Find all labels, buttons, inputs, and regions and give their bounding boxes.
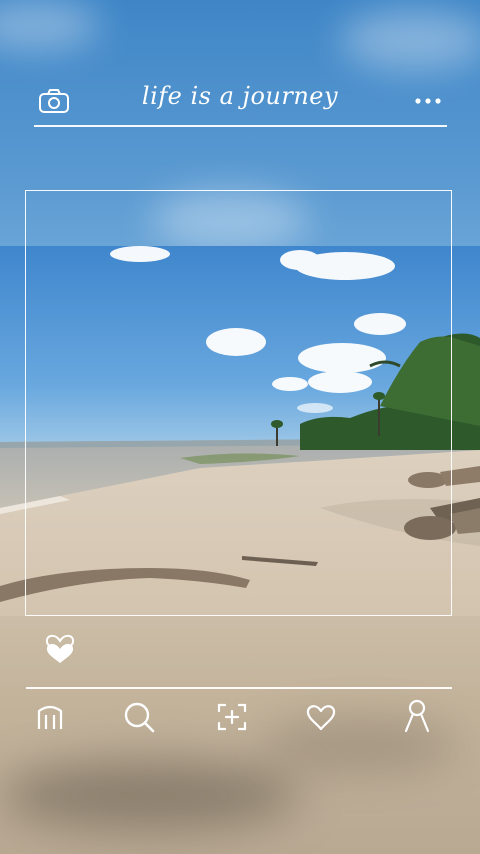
app-header: life is a journey [0,70,480,130]
page-title: life is a journey [141,82,339,110]
photo-frame [25,190,452,616]
camera-button[interactable] [36,86,72,116]
background-cloud [0,0,100,50]
nav-add-button[interactable] [213,698,251,736]
header-divider [34,125,447,127]
background-cloud [340,10,480,70]
camera-icon [39,89,69,113]
heart-icon [306,705,336,731]
more-options-button[interactable] [410,90,446,112]
add-scan-icon [217,703,247,731]
screen: life is a journey [0,0,480,854]
background-shadow [0,760,300,830]
heart-stack-icon [45,634,75,663]
nav-profile-button[interactable] [398,696,436,736]
like-button[interactable] [40,624,80,668]
home-icon [37,705,63,729]
nav-divider [26,687,452,689]
search-icon [124,702,155,733]
nav-likes-button[interactable] [302,698,340,736]
bottom-nav [0,692,480,742]
nav-home-button[interactable] [32,698,68,734]
profile-icon [404,699,430,733]
more-dots-icon [415,98,441,104]
nav-search-button[interactable] [120,698,158,736]
